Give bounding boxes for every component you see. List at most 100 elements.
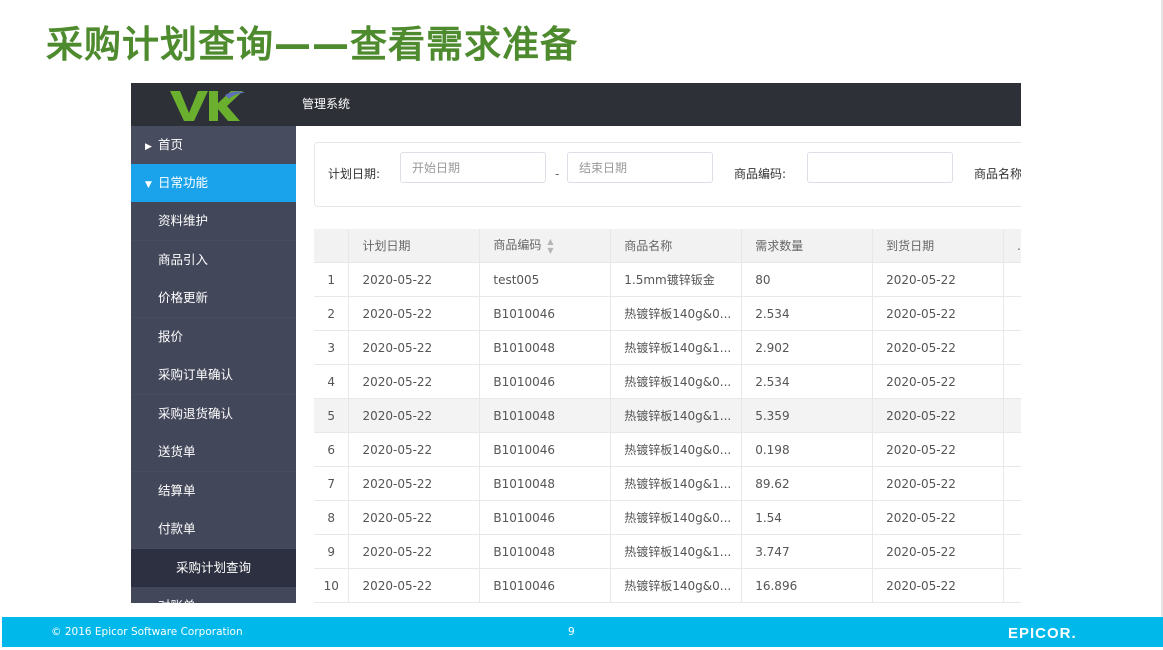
cell-product-code: B1010048 [479, 330, 612, 365]
sidebar-item-return-confirm[interactable]: 采购退货确认 [131, 395, 296, 433]
cell-product-name: 热镀锌板140g&1... [610, 398, 743, 433]
table-row[interactable]: 4 2020-05-22 B1010046 热镀锌板140g&0... 2.534 202… [314, 364, 1021, 399]
vk-logo [170, 91, 245, 121]
product-code-label: 商品编码: [734, 167, 787, 181]
date-separator: - [555, 167, 560, 181]
cell-demand-qty: 80 [741, 262, 874, 297]
cell-product-name: 1.5mm镀锌钣金 [610, 262, 743, 297]
sidebar-item-statement[interactable]: 对账单 [131, 587, 296, 603]
cell-index: 2 [314, 296, 350, 331]
col-header-more: ... [1003, 229, 1021, 263]
sidebar-item-quotation[interactable]: 报价 [131, 318, 296, 356]
sort-icon[interactable]: ▲ ▼ [547, 237, 553, 255]
caret-right-icon: ▶ [145, 142, 152, 152]
cell-more [1003, 262, 1021, 297]
sidebar-item-home[interactable]: ▶ 首页 [131, 126, 296, 164]
cell-demand-qty: 0.198 [741, 432, 874, 467]
table-row[interactable]: 5 2020-05-22 B1010048 热镀锌板140g&1... 5.359 202… [314, 398, 1021, 433]
cell-product-code: B1010046 [479, 432, 612, 467]
table-row[interactable]: 8 2020-05-22 B1010046 热镀锌板140g&0... 1.54 2020… [314, 500, 1021, 535]
cell-more [1003, 398, 1021, 433]
col-header-arrival-date[interactable]: 到货日期 [872, 229, 1004, 263]
col-header-plan-date[interactable]: 计划日期 [348, 229, 481, 263]
main-content: 计划日期: 开始日期 - 结束日期 商品编码: 商品名称 计划日期 商品编码 ▲ ▼… [296, 126, 1021, 603]
cell-product-code: B1010046 [479, 296, 612, 331]
cell-more [1003, 500, 1021, 535]
cell-product-code: B1010048 [479, 398, 612, 433]
sidebar-item-payment[interactable]: 付款单 [131, 510, 296, 548]
table-row[interactable]: 3 2020-05-22 B1010048 热镀锌板140g&1... 2.902 202… [314, 330, 1021, 365]
sidebar-item-price-update[interactable]: 价格更新 [131, 279, 296, 317]
cell-index: 9 [314, 534, 350, 569]
sidebar-item-settlement[interactable]: 结算单 [131, 472, 296, 510]
cell-index: 6 [314, 432, 350, 467]
cell-plan-date: 2020-05-22 [348, 330, 481, 365]
cell-more [1003, 568, 1021, 603]
cell-index: 4 [314, 364, 350, 399]
col-header-index [314, 229, 350, 263]
table-row[interactable]: 1 2020-05-22 test005 1.5mm镀锌钣金 80 2020-05-22 [314, 262, 1021, 297]
sidebar-item-product-import[interactable]: 商品引入 [131, 241, 296, 279]
sidebar-item-purchase-plan[interactable]: 采购计划查询 [131, 549, 296, 587]
cell-arrival-date: 2020-05-22 [872, 262, 1004, 297]
cell-arrival-date: 2020-05-22 [872, 364, 1004, 399]
sidebar-item-delivery-note[interactable]: 送货单 [131, 433, 296, 471]
cell-plan-date: 2020-05-22 [348, 364, 481, 399]
sidebar-item-daily-functions[interactable]: ▼ 日常功能 [131, 164, 296, 202]
cell-arrival-date: 2020-05-22 [872, 398, 1004, 433]
cell-plan-date: 2020-05-22 [348, 262, 481, 297]
cell-plan-date: 2020-05-22 [348, 500, 481, 535]
cell-product-name: 热镀锌板140g&0... [610, 500, 743, 535]
sidebar-item-data-maintenance[interactable]: 资料维护 [131, 202, 296, 240]
cell-plan-date: 2020-05-22 [348, 432, 481, 467]
cell-arrival-date: 2020-05-22 [872, 466, 1004, 501]
sidebar-item-po-confirm[interactable]: 采购订单确认 [131, 356, 296, 394]
col-header-product-name[interactable]: 商品名称 [610, 229, 743, 263]
cell-arrival-date: 2020-05-22 [872, 534, 1004, 569]
cell-product-name: 热镀锌板140g&1... [610, 534, 743, 569]
table-body: 1 2020-05-22 test005 1.5mm镀锌钣金 80 2020-05-22 2… [314, 262, 1021, 603]
cell-demand-qty: 89.62 [741, 466, 874, 501]
cell-more [1003, 534, 1021, 569]
cell-more [1003, 466, 1021, 501]
cell-demand-qty: 3.747 [741, 534, 874, 569]
cell-product-name: 热镀锌板140g&0... [610, 364, 743, 399]
cell-product-name: 热镀锌板140g&1... [610, 330, 743, 365]
copyright-text: © 2016 Epicor Software Corporation [51, 626, 243, 638]
cell-arrival-date: 2020-05-22 [872, 500, 1004, 535]
plan-table: 计划日期 商品编码 ▲▼ 商品名称 需求数量 到货日期 ... 12020-05-… [314, 229, 1021, 603]
col-header-demand-qty[interactable]: 需求数量 [741, 229, 874, 263]
cell-index: 5 [314, 398, 350, 433]
col-header-label: 商品编码 [493, 238, 542, 253]
table-row[interactable]: 10 2020-05-22 B1010046 热镀锌板140g&0... 16.896 2… [314, 568, 1021, 603]
cell-more [1003, 296, 1021, 331]
cell-index: 7 [314, 466, 350, 501]
end-date-input[interactable]: 结束日期 [567, 152, 713, 183]
cell-plan-date: 2020-05-22 [348, 466, 481, 501]
sidebar: ▶ 首页 ▼ 日常功能 资料维护 商品引入 价格更新 报价 采购订单确认 采购退货确… [131, 126, 296, 603]
top-bar: 管理系统 [131, 83, 1021, 126]
table-row[interactable]: 7 2020-05-22 B1010048 热镀锌板140g&1... 89.62 202… [314, 466, 1021, 501]
cell-plan-date: 2020-05-22 [348, 398, 481, 433]
cell-more [1003, 364, 1021, 399]
cell-more [1003, 432, 1021, 467]
table-row[interactable]: 6 2020-05-22 B1010046 热镀锌板140g&0... 0.198 202… [314, 432, 1021, 467]
table-row[interactable]: 2 2020-05-22 B1010046 热镀锌板140g&0... 2.534 202… [314, 296, 1021, 331]
cell-product-name: 热镀锌板140g&1... [610, 466, 743, 501]
product-code-input[interactable] [807, 152, 953, 183]
app-window: 管理系统 ▶ 首页 ▼ 日常功能 资料维护 商品引入 价格更新 报价 采购订单确认 … [131, 83, 1021, 603]
start-date-input[interactable]: 开始日期 [400, 152, 546, 183]
table-header-row: 计划日期 商品编码 ▲▼ 商品名称 需求数量 到货日期 ... [314, 229, 1021, 263]
cell-product-code: B1010046 [479, 364, 612, 399]
cell-product-name: 热镀锌板140g&0... [610, 568, 743, 603]
caret-down-icon: ▼ [145, 180, 152, 190]
product-name-label: 商品名称 [974, 167, 1021, 181]
cell-demand-qty: 16.896 [741, 568, 874, 603]
page-number: 9 [568, 626, 575, 638]
cell-product-code: test005 [479, 262, 612, 297]
cell-more [1003, 330, 1021, 365]
plan-date-label: 计划日期: [328, 167, 381, 181]
table-row[interactable]: 9 2020-05-22 B1010048 热镀锌板140g&1... 3.747 202… [314, 534, 1021, 569]
col-header-product-code[interactable]: 商品编码 ▲ ▼ [479, 229, 612, 263]
cell-product-code: B1010046 [479, 568, 612, 603]
